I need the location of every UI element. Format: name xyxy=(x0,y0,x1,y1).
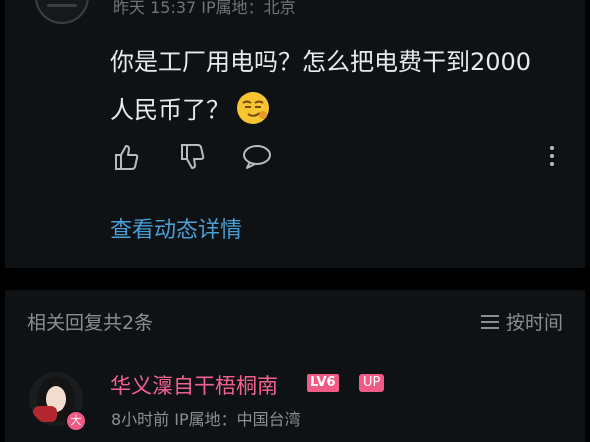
up-badge: UP xyxy=(359,374,385,392)
comment-text: 你是工厂用电吗？怎么把电费干到2000人民币了？ xyxy=(110,38,550,134)
thumbs-down-icon[interactable] xyxy=(176,140,210,174)
comment-text-content: 你是工厂用电吗？怎么把电费干到2000人民币了？ xyxy=(110,48,532,124)
comment-actions xyxy=(110,140,570,174)
view-detail-link[interactable]: 查看动态详情 xyxy=(110,212,242,244)
reply-meta: 8小时前 IP属地：中国台湾 xyxy=(111,410,301,429)
comment-meta: 昨天 15:37 IP属地：北京 xyxy=(113,0,296,17)
avatar[interactable] xyxy=(35,0,89,24)
sort-lines-icon xyxy=(480,314,499,329)
sort-button[interactable]: 按时间 xyxy=(480,308,563,335)
comment-card: 昨天 15:37 IP属地：北京 你是工厂用电吗？怎么把电费干到2000人民币了… xyxy=(5,0,585,268)
replies-section: 相关回复共2条 按时间 大 华义澟自干梧桐南 LV6 UP 8小时前 IP属地：… xyxy=(5,290,585,442)
level-badge: LV6 xyxy=(307,374,339,392)
thumbs-up-icon[interactable] xyxy=(110,140,144,174)
smirk-emoji-icon xyxy=(237,92,269,124)
sort-label: 按时间 xyxy=(505,312,563,334)
vip-badge: 大 xyxy=(65,410,87,432)
comment-icon[interactable] xyxy=(240,140,274,174)
reply-count: 相关回复共2条 xyxy=(27,312,154,334)
reply-username[interactable]: 华义澟自干梧桐南 xyxy=(110,370,278,400)
more-vertical-icon[interactable] xyxy=(542,142,562,172)
